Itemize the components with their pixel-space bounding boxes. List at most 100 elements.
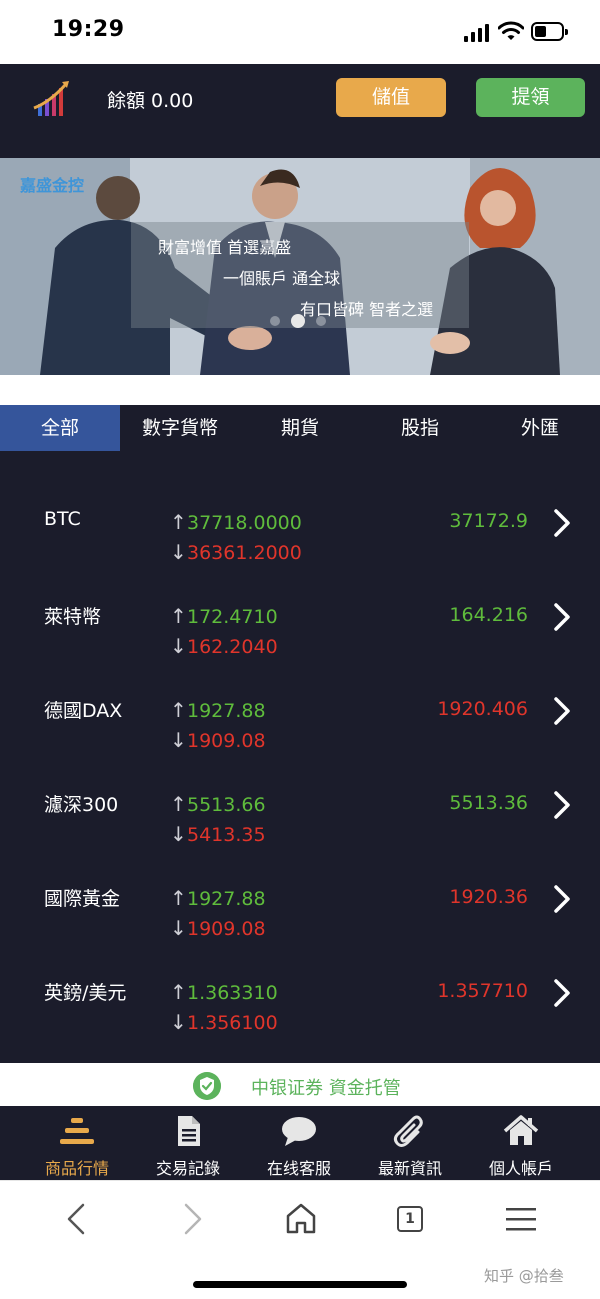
up-arrow-icon: ↑	[170, 604, 187, 628]
custody-text: 中银证券 資金托管	[251, 1078, 401, 1099]
tab-count: 1	[397, 1206, 423, 1232]
nav-account[interactable]: 個人帳戶	[471, 1106, 571, 1180]
high-price: ↑1927.88	[170, 698, 266, 722]
high-price: ↑1927.88	[170, 886, 266, 910]
banner-dot[interactable]	[270, 316, 280, 326]
current-price: 164.216	[449, 604, 528, 626]
up-arrow-icon: ↑	[170, 698, 187, 722]
high-price: ↑37718.0000	[170, 510, 302, 534]
market-name: 濾深300	[44, 794, 119, 816]
low-price: ↓1909.08	[170, 728, 266, 752]
forward-icon[interactable]	[171, 1199, 211, 1239]
wifi-icon	[498, 21, 524, 40]
deposit-button[interactable]: 儲值	[336, 78, 446, 117]
browser-toolbar: 1 知乎 @拾叁	[0, 1180, 600, 1299]
market-row[interactable]: 濾深300 ↑5513.66 ↓5413.35 5513.36	[0, 790, 600, 884]
nav-label: 個人帳戶	[488, 1159, 553, 1178]
nav-history[interactable]: 交易記錄	[138, 1106, 238, 1180]
watermark: 知乎 @拾叁	[484, 1267, 564, 1285]
market-row[interactable]: 國際黃金 ↑1927.88 ↓1909.08 1920.36	[0, 884, 600, 978]
nav-label: 在线客服	[266, 1159, 331, 1178]
nav-label: 最新資訊	[377, 1159, 442, 1178]
withdraw-button[interactable]: 提領	[476, 78, 585, 117]
down-arrow-icon: ↓	[170, 1010, 187, 1034]
custody-notice: 中银证券 資金托管	[0, 1063, 600, 1106]
high-price: ↑172.4710	[170, 604, 278, 628]
chevron-right-icon[interactable]	[550, 978, 574, 1008]
home-indicator[interactable]	[193, 1281, 407, 1288]
up-arrow-icon: ↑	[170, 510, 187, 534]
promo-banner[interactable]: 嘉盛金控 財富增值 首選嘉盛 一個賬戶 通全球 有口皆碑 智者之選	[0, 158, 600, 375]
nav-label: 交易記錄	[155, 1159, 220, 1178]
tab-all[interactable]: 全部	[0, 405, 120, 451]
market-name: 德國DAX	[44, 700, 123, 722]
tab-crypto[interactable]: 數字貨幣	[120, 405, 240, 451]
down-arrow-icon: ↓	[170, 728, 187, 752]
banner-brand: 嘉盛金控	[20, 176, 85, 195]
status-bar: 19:29	[0, 0, 600, 64]
battery-icon	[531, 22, 568, 41]
current-price: 37172.9	[449, 510, 528, 532]
chevron-right-icon[interactable]	[550, 602, 574, 632]
chevron-right-icon[interactable]	[550, 790, 574, 820]
chevron-right-icon[interactable]	[550, 884, 574, 914]
low-price: ↓162.2040	[170, 634, 278, 658]
tab-forex[interactable]: 外匯	[480, 405, 600, 451]
home-icon[interactable]	[281, 1199, 321, 1239]
tab-futures[interactable]: 期貨	[240, 405, 360, 451]
top-header: 餘額 0.00 儲值 提領	[0, 64, 600, 158]
market-row[interactable]: 英鎊/美元 ↑1.363310 ↓1.356100 1.357710	[0, 978, 600, 1072]
paperclip-icon	[393, 1115, 423, 1147]
back-icon[interactable]	[58, 1199, 98, 1239]
down-arrow-icon: ↓	[170, 822, 187, 846]
market-name: 萊特幣	[44, 606, 102, 628]
low-price: ↓36361.2000	[170, 540, 302, 564]
high-price: ↑1.363310	[170, 980, 278, 1004]
market-list: BTC ↑37718.0000 ↓36361.2000 37172.9 萊特幣 …	[0, 451, 600, 1063]
document-icon	[178, 1116, 200, 1146]
down-arrow-icon: ↓	[170, 916, 187, 940]
menu-icon[interactable]	[501, 1199, 541, 1239]
current-price: 1920.36	[449, 886, 528, 908]
logo-icon	[33, 81, 69, 116]
banner-dot[interactable]	[316, 316, 326, 326]
banner-dot-active[interactable]	[291, 314, 305, 328]
low-price: ↓1.356100	[170, 1010, 278, 1034]
market-row[interactable]: 德國DAX ↑1927.88 ↓1909.08 1920.406	[0, 696, 600, 790]
tab-indices[interactable]: 股指	[360, 405, 480, 451]
banner-line-1: 財富增值 首選嘉盛	[158, 238, 292, 257]
current-price: 1.357710	[437, 980, 528, 1002]
down-arrow-icon: ↓	[170, 540, 187, 564]
market-row[interactable]: 萊特幣 ↑172.4710 ↓162.2040 164.216	[0, 602, 600, 696]
page: 19:29 餘額 0.00 儲值 提領 嘉盛金控 財富增值 首選嘉盛 一個賬戶 …	[0, 0, 600, 1299]
down-arrow-icon: ↓	[170, 634, 187, 658]
current-price: 5513.36	[449, 792, 528, 814]
market-name: BTC	[44, 508, 81, 530]
status-time: 19:29	[52, 17, 125, 42]
market-name: 國際黃金	[44, 888, 121, 910]
low-price: ↓5413.35	[170, 822, 266, 846]
low-price: ↓1909.08	[170, 916, 266, 940]
market-row[interactable]: BTC ↑37718.0000 ↓36361.2000 37172.9	[0, 508, 600, 602]
nav-market[interactable]: 商品行情	[27, 1106, 127, 1180]
nav-support[interactable]: 在线客服	[249, 1106, 349, 1180]
cellular-signal-icon	[464, 24, 490, 42]
bottom-nav: 商品行情 交易記錄 在线客服 最新資訊 個人帳戶	[0, 1106, 600, 1180]
chat-icon	[282, 1117, 316, 1146]
category-tabs: 全部 數字貨幣 期貨 股指 外匯	[0, 405, 600, 451]
market-icon	[60, 1118, 94, 1144]
market-name: 英鎊/美元	[44, 982, 127, 1004]
current-price: 1920.406	[437, 698, 528, 720]
tabs-button[interactable]: 1	[392, 1199, 432, 1239]
up-arrow-icon: ↑	[170, 980, 187, 1004]
banner-line-2: 一個賬戶 通全球	[223, 269, 341, 288]
balance-label: 餘額 0.00	[107, 90, 194, 112]
chevron-right-icon[interactable]	[550, 696, 574, 726]
up-arrow-icon: ↑	[170, 886, 187, 910]
home-icon	[503, 1115, 539, 1145]
chevron-right-icon[interactable]	[550, 508, 574, 538]
nav-news[interactable]: 最新資訊	[360, 1106, 460, 1180]
up-arrow-icon: ↑	[170, 792, 187, 816]
shield-check-icon	[193, 1072, 221, 1100]
nav-label: 商品行情	[44, 1159, 109, 1178]
